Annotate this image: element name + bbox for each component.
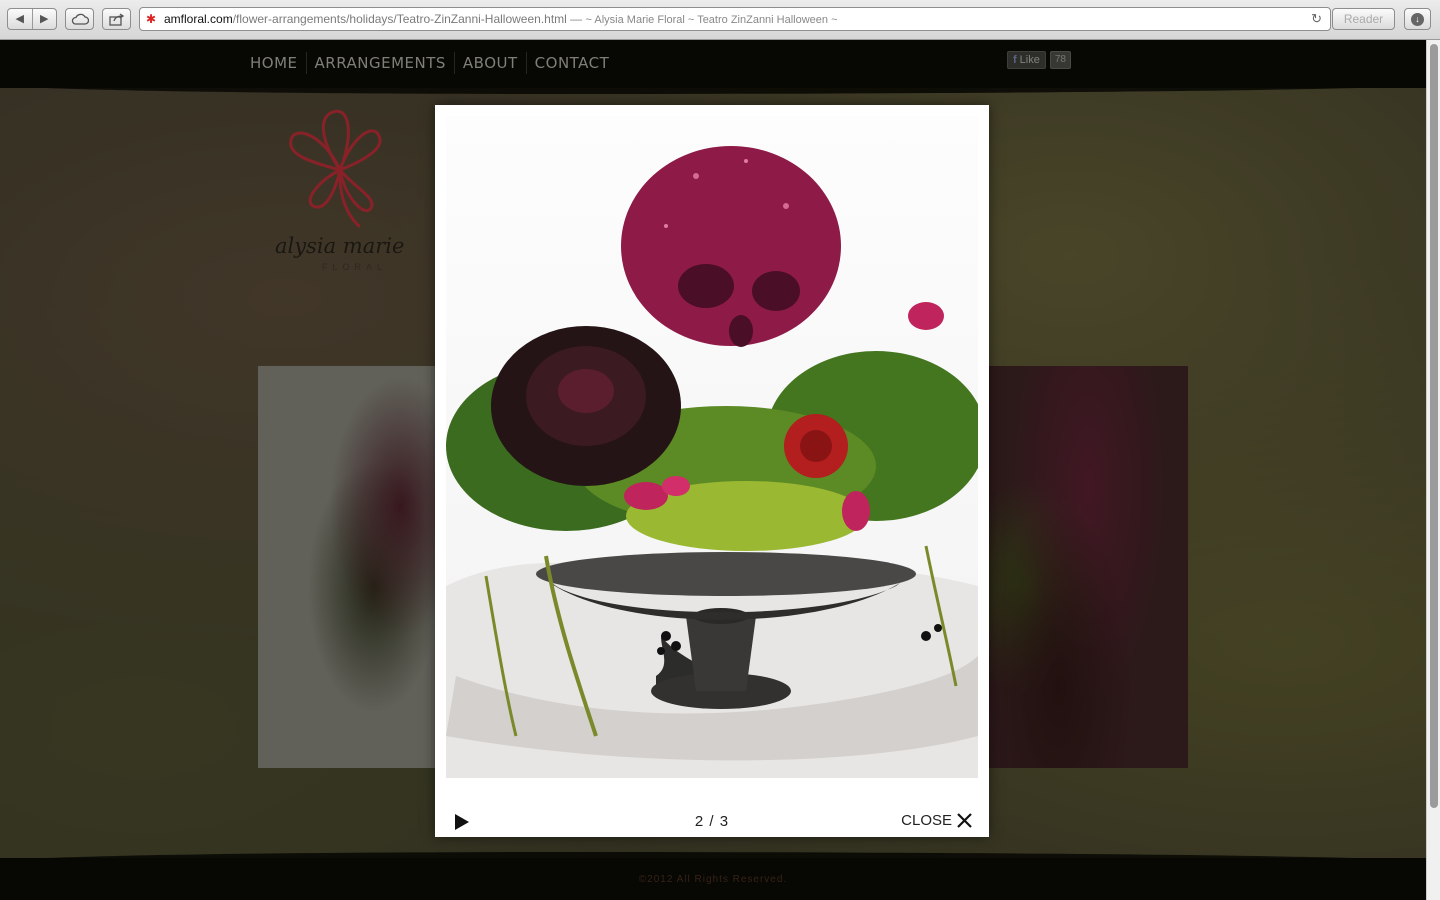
vertical-scrollbar[interactable]	[1426, 40, 1440, 900]
halloween-arrangement-photo	[446, 146, 978, 778]
back-forward-buttons: ◀ ▶	[7, 8, 57, 30]
url-separator: —	[566, 12, 586, 26]
close-button[interactable]: CLOSE	[901, 812, 973, 829]
icloud-tabs-button[interactable]	[65, 8, 94, 30]
share-button[interactable]	[102, 8, 131, 30]
cloud-icon	[71, 13, 89, 25]
scrollbar-thumb[interactable]	[1430, 44, 1438, 808]
back-button[interactable]: ◀	[8, 9, 33, 29]
close-label: CLOSE	[901, 812, 952, 829]
page-title: ~ Alysia Marie Floral ~ Teatro ZinZanni …	[585, 14, 838, 26]
lightbox-controls: 2 / 3 CLOSE	[435, 805, 989, 835]
share-icon	[108, 13, 124, 26]
close-icon	[957, 813, 972, 828]
download-icon: ↓	[1411, 13, 1424, 26]
forward-button[interactable]: ▶	[33, 9, 57, 29]
url-path: /flower-arrangements/holidays/Teatro-Zin…	[232, 12, 567, 26]
web-page: HOME ARRANGEMENTS ABOUT CONTACT f Like 78…	[0, 40, 1426, 900]
url-domain: amfloral.com	[164, 12, 233, 26]
reload-icon[interactable]: ↻	[1311, 8, 1322, 30]
browser-toolbar: ◀ ▶ ✱ amfloral.com/flower-arrangements/h…	[0, 0, 1440, 40]
downloads-button[interactable]: ↓	[1404, 8, 1431, 30]
lightbox: 2 / 3 CLOSE	[435, 105, 989, 837]
lightbox-image	[446, 116, 978, 778]
address-bar[interactable]: ✱ amfloral.com/flower-arrangements/holid…	[139, 7, 1331, 31]
play-slideshow-icon[interactable]	[454, 813, 470, 831]
favicon-icon: ✱	[146, 12, 157, 26]
url-text: amfloral.com/flower-arrangements/holiday…	[164, 8, 838, 30]
reader-button[interactable]: Reader	[1332, 8, 1395, 30]
